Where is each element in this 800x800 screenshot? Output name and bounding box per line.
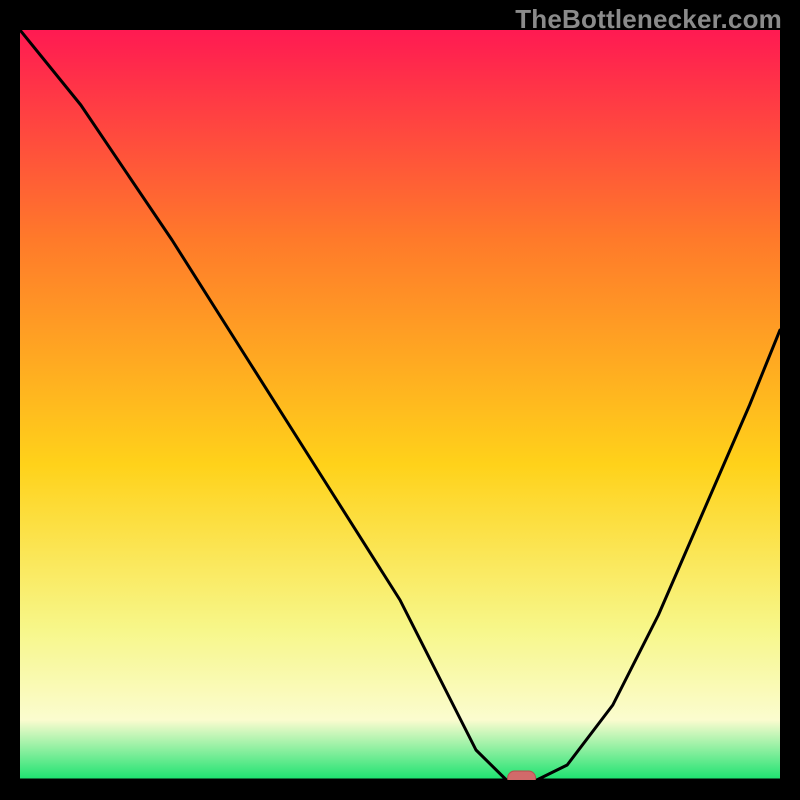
plot-area — [20, 30, 780, 780]
plot-svg — [20, 30, 780, 780]
gradient-background — [20, 30, 780, 780]
chart-stage: TheBottlenecker.com — [0, 0, 800, 800]
minimum-marker — [508, 771, 536, 780]
